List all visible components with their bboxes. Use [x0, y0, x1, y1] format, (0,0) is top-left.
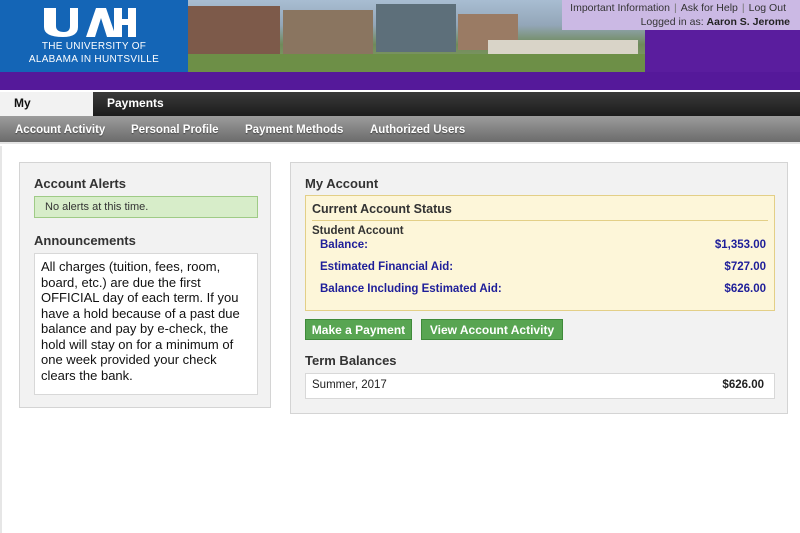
top-links: Important Information | Ask for Help | Log O…	[570, 2, 786, 14]
link-separator: |	[741, 2, 745, 14]
my-account-heading: My Account	[305, 176, 379, 191]
log-out-link[interactable]: Log Out	[749, 2, 786, 14]
uah-logo[interactable]: THE UNIVERSITY OF ALABAMA IN HUNTSVILLE	[0, 0, 188, 72]
secondary-nav: Account Activity Personal Profile Paymen…	[0, 116, 800, 144]
header-band	[0, 72, 800, 90]
view-account-activity-button[interactable]: View Account Activity	[421, 319, 563, 340]
nav-personal-profile[interactable]: Personal Profile	[131, 116, 219, 144]
primary-nav: My Account Payments	[0, 92, 800, 133]
nav-payment-methods[interactable]: Payment Methods	[245, 116, 343, 144]
account-alerts-heading: Account Alerts	[34, 176, 126, 191]
important-information-link[interactable]: Important Information	[570, 2, 670, 14]
logo-text-line2: ALABAMA IN HUNTSVILLE	[28, 54, 160, 65]
my-account-panel: My Account Current Account Status Studen…	[290, 162, 788, 414]
alerts-panel: Account Alerts No alerts at this time. A…	[19, 162, 271, 408]
term-name: Summer, 2017	[312, 379, 387, 391]
nav-authorized-users[interactable]: Authorized Users	[370, 116, 465, 144]
table-row: Summer, 2017 $626.00	[305, 373, 775, 399]
term-amount: $626.00	[722, 379, 764, 391]
alerts-message: No alerts at this time.	[34, 196, 258, 218]
user-name: Aaron S. Jerome	[706, 16, 790, 28]
logo-text-line1: THE UNIVERSITY OF	[41, 41, 147, 52]
balance-including-aid-value: $626.00	[724, 283, 766, 295]
nav-account-activity[interactable]: Account Activity	[15, 116, 105, 144]
student-account-label: Student Account	[312, 225, 404, 237]
announcement-text: All charges (tuition, fees, room, board,…	[34, 253, 258, 395]
logged-in-label: Logged in as:	[640, 16, 704, 28]
uah-logo-mark-icon	[44, 8, 136, 37]
balance-value: $1,353.00	[714, 239, 766, 251]
ask-for-help-link[interactable]: Ask for Help	[681, 2, 738, 14]
site-header: THE UNIVERSITY OF ALABAMA IN HUNTSVILLE …	[0, 0, 800, 90]
tab-my-account[interactable]: My Account	[0, 92, 93, 133]
balance-label: Balance:	[320, 239, 368, 251]
account-status-box: Current Account Status Student Account B…	[305, 195, 775, 311]
current-account-status-heading: Current Account Status	[312, 202, 452, 216]
term-balances-heading: Term Balances	[305, 353, 397, 368]
balance-including-aid-label: Balance Including Estimated Aid:	[320, 283, 502, 295]
link-separator: |	[673, 2, 677, 14]
logged-in-as: Logged in as: Aaron S. Jerome	[641, 16, 790, 28]
announcements-heading: Announcements	[34, 233, 136, 248]
financial-aid-label: Estimated Financial Aid:	[320, 261, 454, 273]
make-payment-button[interactable]: Make a Payment	[305, 319, 412, 340]
page-left-border	[0, 146, 2, 533]
financial-aid-value: $727.00	[724, 261, 766, 273]
status-divider	[312, 220, 768, 221]
tab-payments[interactable]: Payments	[93, 92, 178, 116]
